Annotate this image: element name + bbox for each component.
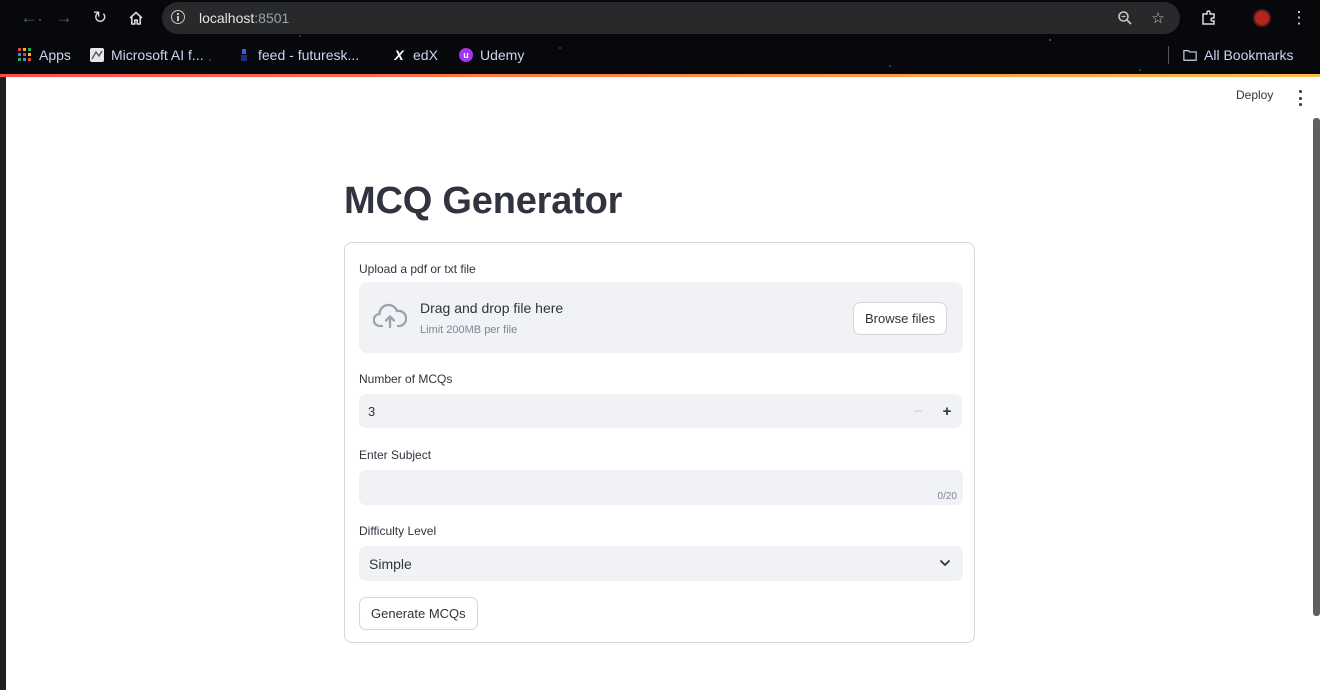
all-bookmarks-label: All Bookmarks	[1204, 47, 1294, 63]
num-mcqs-label: Number of MCQs	[359, 372, 453, 386]
deploy-button[interactable]: Deploy	[1236, 88, 1273, 102]
home-icon[interactable]	[124, 6, 148, 30]
bookmark-label: Udemy	[480, 47, 525, 63]
forward-icon[interactable]: →	[52, 6, 76, 30]
generate-mcqs-button[interactable]: Generate MCQs	[359, 597, 478, 630]
upload-label: Upload a pdf or txt file	[359, 262, 476, 276]
bookmarks-bar: Apps Microsoft AI f... feed - futuresk..…	[0, 40, 1320, 70]
window-edge	[0, 77, 6, 690]
decrement-button[interactable]: −	[908, 401, 928, 421]
futureskills-favicon	[237, 48, 251, 62]
subject-label: Enter Subject	[359, 448, 432, 462]
profile-avatar[interactable]	[1250, 6, 1274, 30]
bookmark-label: Microsoft AI f...	[111, 47, 204, 63]
difficulty-select[interactable]: Simple	[359, 546, 963, 581]
file-dropzone[interactable]: Drag and drop file here Limit 200MB per …	[359, 282, 963, 353]
back-icon[interactable]: ←	[17, 6, 41, 30]
url-text[interactable]: localhost:8501	[199, 10, 289, 26]
bookmark-label: edX	[413, 47, 438, 63]
bookmark-star-icon[interactable]: ☆	[1148, 8, 1168, 28]
difficulty-selected-value: Simple	[369, 556, 412, 572]
dropzone-instructions: Drag and drop file here	[420, 300, 564, 316]
bookmark-apps[interactable]: Apps	[18, 46, 71, 64]
browser-menu-icon[interactable]: ⋮	[1287, 6, 1311, 30]
site-info-icon[interactable]	[171, 10, 185, 24]
num-mcqs-value: 3	[368, 404, 376, 419]
folder-icon	[1183, 48, 1197, 62]
bookmark-futureskills[interactable]: feed - futuresk...	[237, 46, 359, 64]
bookmark-label: Apps	[39, 47, 71, 63]
microsoft-ai-favicon	[90, 48, 104, 62]
difficulty-label: Difficulty Level	[359, 524, 437, 538]
increment-button[interactable]: +	[937, 401, 957, 421]
cloud-upload-icon	[373, 303, 407, 329]
bookmark-label: feed - futuresk...	[258, 47, 360, 63]
page-scrollbar[interactable]	[1313, 118, 1320, 616]
dropzone-limit: Limit 200MB per file	[420, 324, 518, 336]
chevron-down-icon	[940, 560, 950, 566]
browse-files-button[interactable]: Browse files	[853, 302, 948, 335]
zoom-icon[interactable]	[1115, 8, 1135, 28]
address-bar[interactable]: localhost:8501 ☆	[162, 2, 1180, 34]
char-counter: 0/20	[937, 491, 957, 502]
edx-icon: X	[394, 47, 404, 63]
browser-chrome: ← → ↻ localhost:8501 ☆ ⋮ Apps Microsoft …	[0, 0, 1320, 77]
reload-icon[interactable]: ↻	[88, 6, 112, 30]
extensions-icon[interactable]	[1197, 6, 1221, 30]
all-bookmarks[interactable]: All Bookmarks	[1183, 46, 1293, 64]
udemy-icon: u	[459, 48, 473, 62]
bookmarks-divider	[1168, 46, 1169, 64]
main-menu-icon[interactable]	[1296, 90, 1304, 106]
bookmark-edx[interactable]: X edX	[392, 46, 438, 64]
num-mcqs-input[interactable]: 3 − +	[359, 394, 962, 428]
bookmark-udemy[interactable]: u Udemy	[459, 46, 524, 64]
apps-grid-icon	[18, 48, 32, 62]
bookmark-microsoft-ai[interactable]: Microsoft AI f...	[90, 46, 204, 64]
subject-input[interactable]: 0/20	[359, 470, 963, 505]
app-accent-line	[0, 74, 1320, 77]
page-title: MCQ Generator	[344, 180, 623, 222]
mcq-form: Upload a pdf or txt file Drag and drop f…	[344, 242, 975, 643]
